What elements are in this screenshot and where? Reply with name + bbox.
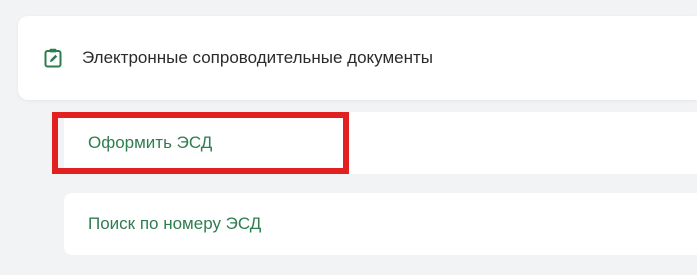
clipboard-edit-icon xyxy=(44,48,62,68)
section-title: Электронные сопроводительные документы xyxy=(82,48,434,67)
menu-item-create-esd[interactable]: Оформить ЭСД xyxy=(64,112,697,174)
section-header[interactable]: Электронные сопроводительные документы xyxy=(18,16,697,100)
menu-item-label: Оформить ЭСД xyxy=(88,133,213,152)
menu-item-search-esd[interactable]: Поиск по номеру ЭСД xyxy=(64,193,697,255)
menu-item-label: Поиск по номеру ЭСД xyxy=(88,214,262,233)
